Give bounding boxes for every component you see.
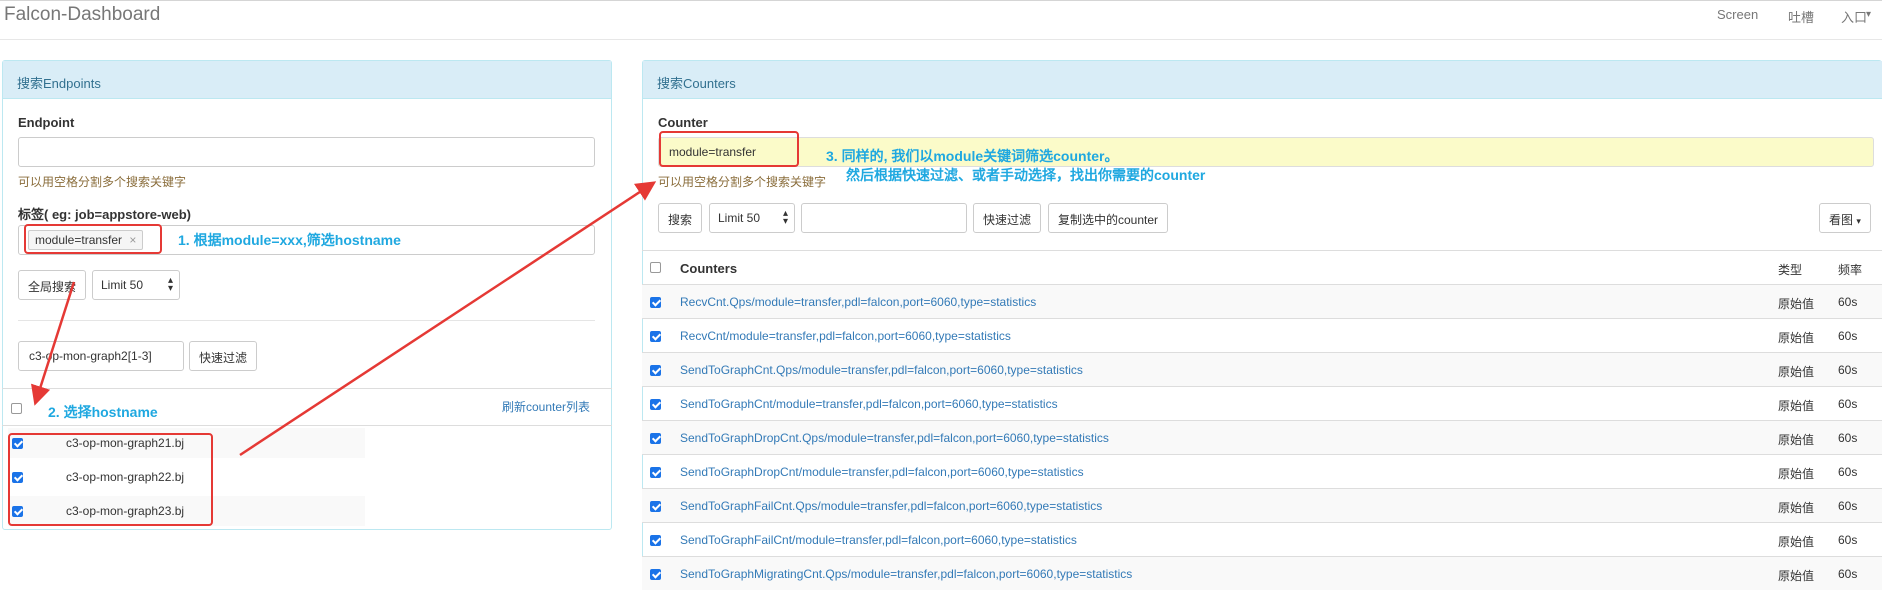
arrow-step1-to-step2 (31, 281, 76, 406)
arrow-step2-to-step3 (239, 181, 657, 457)
annotation-arrows (31, 181, 657, 457)
